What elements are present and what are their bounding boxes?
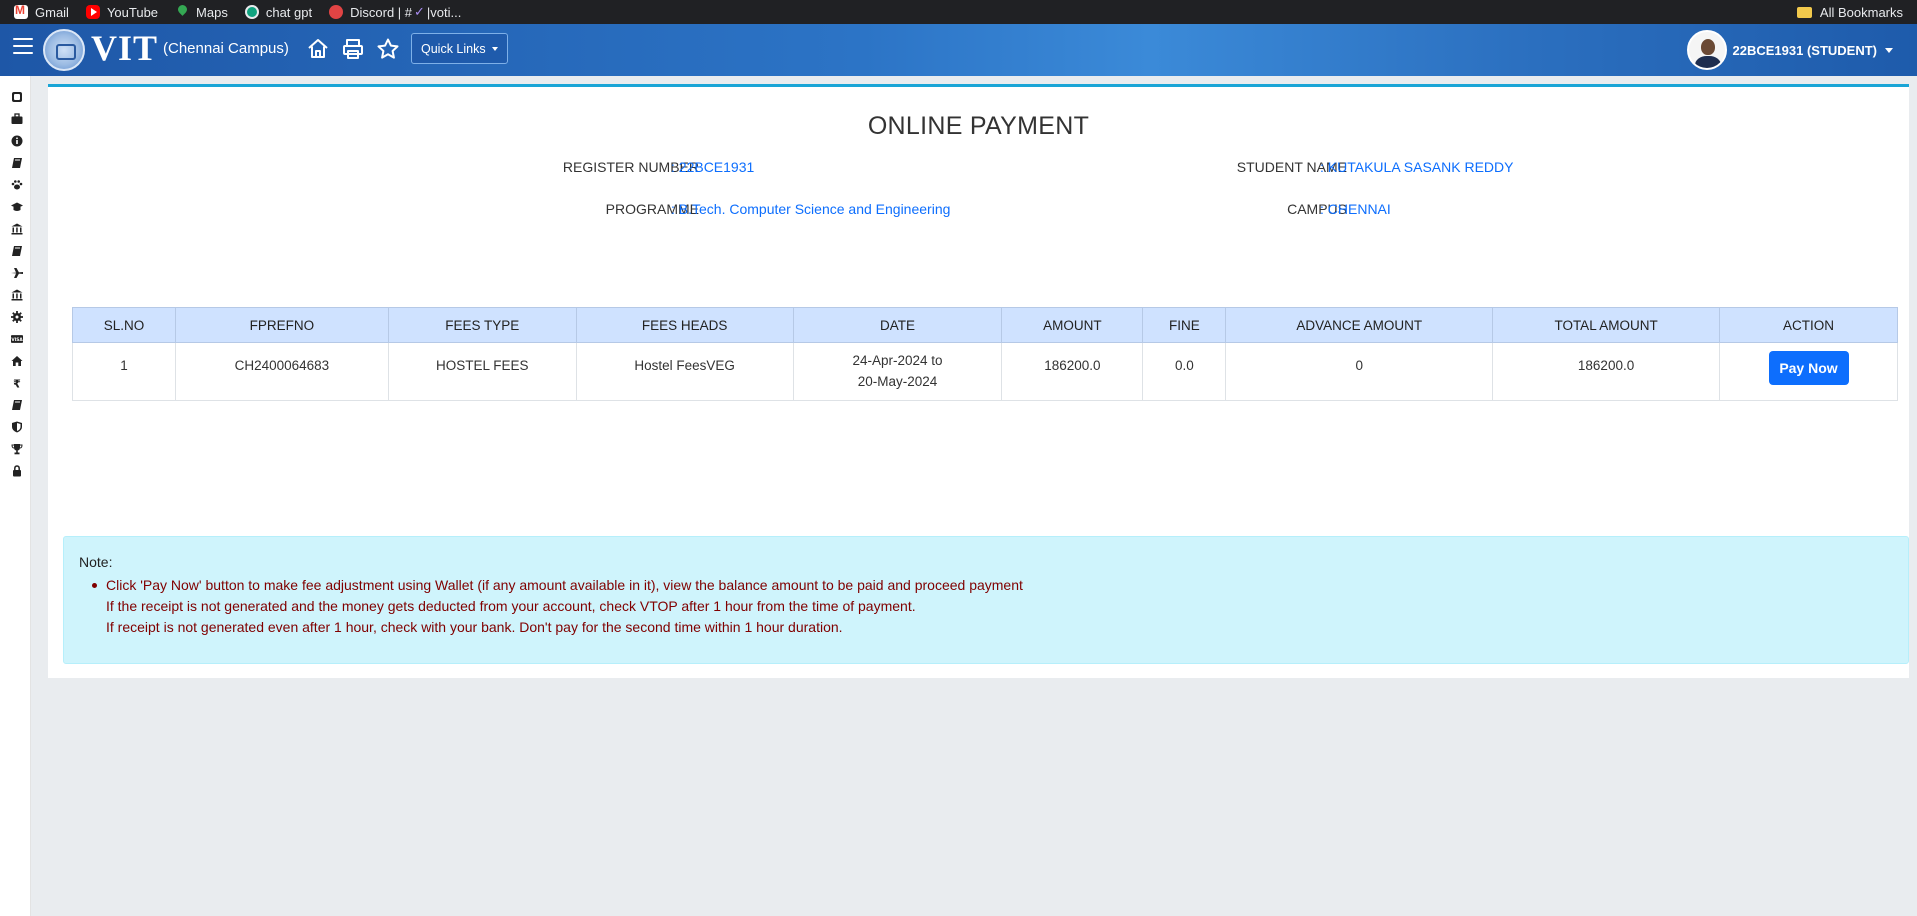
all-bookmarks-label: All Bookmarks bbox=[1819, 4, 1903, 20]
cell-amount: 186200.0 bbox=[1001, 342, 1144, 401]
user-name: 22BCE1931 (STUDENT) bbox=[1732, 42, 1878, 58]
bookmark-youtube[interactable]: YouTube bbox=[85, 0, 159, 24]
cell-date: 24-Apr-2024 to 20-May-2024 bbox=[792, 342, 1003, 401]
shield-icon[interactable] bbox=[10, 420, 24, 434]
bookmark-label: Gmail bbox=[35, 4, 69, 20]
cell-fprefno: CH2400064683 bbox=[174, 342, 389, 401]
pay-now-button[interactable]: Pay Now bbox=[1768, 351, 1849, 385]
vit-emblem-logo bbox=[43, 29, 85, 71]
page-title: ONLINE PAYMENT bbox=[867, 112, 1090, 140]
note-line-1: Click 'Pay Now' button to make fee adjus… bbox=[106, 577, 1023, 593]
book-icon[interactable] bbox=[10, 398, 24, 412]
home-icon[interactable] bbox=[10, 354, 24, 368]
student-name-value: : KUTAKULA SASANK REDDY bbox=[1320, 159, 1514, 175]
cell-fees-type: HOSTEL FEES bbox=[387, 342, 577, 401]
folder-icon bbox=[1796, 6, 1812, 18]
bookmark-gmail[interactable]: Gmail bbox=[14, 0, 69, 24]
vit-logo-text: VIT bbox=[91, 28, 159, 68]
maps-pin-icon bbox=[175, 5, 189, 19]
bookmark-label: YouTube bbox=[106, 4, 159, 20]
user-menu[interactable]: 22BCE1931 (STUDENT) bbox=[1686, 29, 1893, 71]
column-header: ACTION bbox=[1719, 307, 1898, 343]
column-header: DATE bbox=[792, 307, 1003, 343]
book-icon[interactable] bbox=[10, 156, 24, 170]
chevron-down-icon bbox=[491, 46, 498, 51]
cell-fine: 0.0 bbox=[1142, 342, 1227, 401]
cell-action: Pay Now bbox=[1719, 342, 1898, 401]
lock-icon[interactable] bbox=[10, 464, 24, 478]
phone-book-icon[interactable] bbox=[10, 90, 24, 104]
graduation-cap-icon[interactable] bbox=[10, 200, 24, 214]
bookmark-label-suffix: |voti... bbox=[426, 4, 462, 20]
chatgpt-icon bbox=[244, 5, 259, 19]
bookmark-label: Maps bbox=[196, 4, 228, 20]
gear-icon[interactable] bbox=[10, 310, 24, 324]
book-icon[interactable] bbox=[10, 244, 24, 258]
bullet-icon bbox=[92, 583, 97, 588]
briefcase-icon[interactable] bbox=[10, 112, 24, 126]
programme-value: : B.Tech. Computer Science and Engineeri… bbox=[671, 201, 951, 217]
fees-table: SL.NO FPREFNO FEES TYPE FEES HEADS DATE … bbox=[72, 307, 1898, 401]
trophy-icon[interactable] bbox=[10, 442, 24, 456]
table-row: 1 CH2400064683 HOSTEL FEES Hostel FeesVE… bbox=[72, 342, 1898, 401]
sidebar: VISA ₹ bbox=[0, 76, 31, 916]
register-number-value: : 22BCE1931 bbox=[671, 159, 755, 175]
table-header-row: SL.NO FPREFNO FEES TYPE FEES HEADS DATE … bbox=[72, 307, 1898, 343]
print-icon[interactable] bbox=[341, 37, 365, 61]
column-header: ADVANCE AMOUNT bbox=[1225, 307, 1494, 343]
university-icon[interactable] bbox=[10, 222, 24, 236]
bookmark-label: chat gpt bbox=[265, 4, 313, 20]
note-line-3: If receipt is not generated even after 1… bbox=[106, 619, 843, 635]
home-icon[interactable] bbox=[306, 37, 330, 61]
paw-icon[interactable] bbox=[10, 178, 24, 192]
column-header: FPREFNO bbox=[174, 307, 389, 343]
discord-icon bbox=[329, 5, 344, 19]
bookmark-chatgpt[interactable]: chat gpt bbox=[244, 0, 313, 24]
top-navbar: VIT (Chennai Campus) Quick Links 22BCE19… bbox=[0, 24, 1917, 76]
star-icon[interactable] bbox=[376, 37, 400, 61]
avatar bbox=[1686, 30, 1727, 70]
rupee-icon[interactable]: ₹ bbox=[10, 376, 24, 390]
cell-slno: 1 bbox=[72, 342, 176, 401]
quick-links-label: Quick Links bbox=[421, 41, 486, 56]
cell-fees-heads: Hostel FeesVEG bbox=[575, 342, 794, 401]
date-to: 20-May-2024 bbox=[857, 374, 938, 389]
all-bookmarks[interactable]: All Bookmarks bbox=[1796, 0, 1903, 24]
cell-total-amount: 186200.0 bbox=[1492, 342, 1720, 401]
column-header: SL.NO bbox=[72, 307, 176, 343]
youtube-icon bbox=[85, 5, 100, 19]
svg-text:₹: ₹ bbox=[13, 378, 21, 390]
payment-card: ONLINE PAYMENT REGISTER NUMBER : 22BCE19… bbox=[48, 84, 1909, 678]
campus-value: : CHENNAI bbox=[1320, 201, 1391, 217]
column-header: FEES TYPE bbox=[387, 307, 577, 343]
cell-advance-amount: 0 bbox=[1225, 342, 1494, 401]
bookmarks-bar: Gmail YouTube Maps chat gpt Discord | # … bbox=[0, 0, 1917, 24]
bookmark-maps[interactable]: Maps bbox=[175, 0, 228, 24]
note-box: Note: Click 'Pay Now' button to make fee… bbox=[63, 536, 1909, 664]
info-icon[interactable] bbox=[10, 134, 24, 148]
note-title: Note: bbox=[79, 554, 113, 570]
quick-links-dropdown[interactable]: Quick Links bbox=[411, 33, 508, 64]
note-list: Click 'Pay Now' button to make fee adjus… bbox=[92, 575, 1023, 638]
chevron-down-icon bbox=[1885, 47, 1893, 53]
column-header: FEES HEADS bbox=[575, 307, 794, 343]
gmail-icon bbox=[14, 3, 28, 19]
hamburger-menu-icon[interactable] bbox=[13, 38, 33, 60]
campus-name: (Chennai Campus) bbox=[163, 40, 289, 57]
university-icon[interactable] bbox=[10, 288, 24, 302]
svg-text:VISA: VISA bbox=[11, 337, 23, 343]
plane-icon[interactable] bbox=[10, 266, 24, 280]
check-icon: ✓ bbox=[414, 4, 425, 19]
bookmark-label: Discord | # bbox=[350, 4, 413, 20]
column-header: TOTAL AMOUNT bbox=[1492, 307, 1720, 343]
column-header: AMOUNT bbox=[1001, 307, 1144, 343]
note-line-2: If the receipt is not generated and the … bbox=[106, 598, 916, 614]
visa-icon[interactable]: VISA bbox=[10, 332, 24, 346]
bookmark-discord[interactable]: Discord | # ✓ |voti... bbox=[329, 0, 461, 24]
date-from: 24-Apr-2024 to bbox=[852, 353, 943, 368]
column-header: FINE bbox=[1142, 307, 1227, 343]
